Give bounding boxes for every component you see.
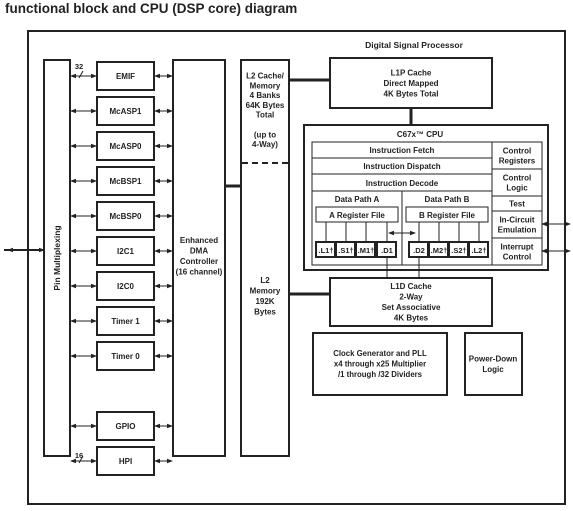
peripheral-label: I2C0 (117, 282, 134, 291)
functional-unit-label: .S2† (451, 246, 466, 255)
dma-label-line: (16 channel) (176, 268, 223, 277)
cpu-side-label-line: Logic (506, 183, 528, 192)
l1d-label-line: 4K Bytes (394, 314, 429, 323)
block-diagram: Digital Signal Processor Pin Multiplexing… (4, 30, 571, 505)
l1p-label-line: Direct Mapped (383, 79, 438, 88)
functional-unit-label: .L1† (318, 246, 333, 255)
l1p-label-line: L1P Cache (391, 68, 432, 77)
instruction-decode-label: Instruction Decode (366, 179, 439, 188)
cpu-title: C67x™ CPU (397, 130, 443, 139)
cpu-side-label-line: Interrupt (501, 242, 534, 251)
l1d-label-line: L1D Cache (390, 282, 432, 291)
a-register-file-label: A Register File (329, 211, 385, 220)
bus-slash (78, 70, 84, 79)
cpu-side-label-line: Registers (499, 156, 536, 165)
l1p-label-line: 4K Bytes Total (384, 89, 439, 98)
power-down-label-line: Power-Down (469, 355, 518, 364)
dma-label-line: Enhanced (180, 236, 218, 245)
l2-cache-label-line: 4 Banks (250, 91, 281, 100)
l2-cache-label-line: Total (256, 111, 275, 120)
clock-generator-label-line: x4 through x25 Multiplier (334, 360, 426, 369)
cpu-side-label-line: Control (503, 173, 531, 182)
l1d-label-line: 2-Way (399, 293, 423, 302)
functional-unit-label: .L2† (471, 246, 486, 255)
data-path-a-label: Data Path A (335, 195, 380, 204)
l1d-label-line: Set Associative (382, 303, 441, 312)
instruction-fetch-label: Instruction Fetch (370, 146, 435, 155)
dma-label-line: Controller (180, 257, 218, 266)
cpu-side-label-line: Emulation (498, 225, 537, 234)
cpu-side-label-line: Control (503, 146, 531, 155)
pin-mux-label: Pin Multiplexing (52, 225, 62, 290)
l2-cache-label-line: 4-Way) (252, 140, 278, 149)
l2-memory-label-line: L2 (260, 276, 270, 285)
b-register-file-label: B Register File (419, 211, 476, 220)
dma-label-line: DMA (190, 247, 208, 256)
functional-unit-label: .M1† (358, 246, 375, 255)
l2-cache-label-line: (up to (254, 130, 276, 139)
peripheral-label: McBSP1 (109, 177, 142, 186)
cpu-side-label-line: In-Circuit (499, 215, 534, 224)
l2-memory-label-line: Bytes (254, 308, 276, 317)
cpu-side-label-line: Control (503, 252, 531, 261)
l2-memory-label-line: 192K (255, 297, 274, 306)
peripheral-label: GPIO (115, 422, 135, 431)
l2-cache-label-line: 64K Bytes (246, 101, 285, 110)
l2-cache-label-line: Memory (250, 81, 281, 90)
peripheral-label: McBSP0 (109, 212, 142, 221)
peripheral-label: Timer 1 (111, 317, 140, 326)
bus-width-16: 16 (75, 451, 83, 460)
dsp-label: Digital Signal Processor (365, 40, 463, 50)
data-path-b-label: Data Path B (425, 195, 470, 204)
peripheral-label: HPI (119, 457, 132, 466)
functional-unit-label: .D2 (413, 246, 425, 255)
clock-generator-label-line: Clock Generator and PLL (333, 349, 427, 358)
peripheral-label: McASP0 (109, 142, 142, 151)
peripheral-label: Timer 0 (111, 352, 140, 361)
peripheral-label: McASP1 (109, 107, 142, 116)
functional-unit-label: .D1 (381, 246, 393, 255)
instruction-dispatch-label: Instruction Dispatch (363, 162, 440, 171)
clock-generator-label-line: /1 through /32 Dividers (338, 370, 423, 379)
l2-cache-label-line: L2 Cache/ (246, 72, 285, 81)
functional-unit-label: .M2† (431, 246, 448, 255)
bus-width-32: 32 (75, 62, 83, 71)
power-down-label-line: Logic (482, 365, 504, 374)
dsp-outer-border (27, 30, 566, 505)
functional-unit-label: .S1† (338, 246, 353, 255)
cpu-side-label-line: Test (509, 199, 525, 208)
peripheral-label: I2C1 (117, 247, 134, 256)
l2-memory-label-line: Memory (250, 287, 281, 296)
peripheral-label: EMIF (116, 72, 135, 81)
power-down-block (464, 332, 523, 396)
